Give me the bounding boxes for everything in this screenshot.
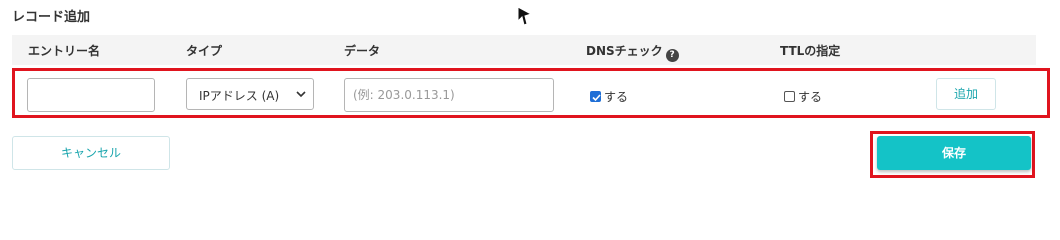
dns-check-label: する <box>604 90 629 104</box>
ttl-label: する <box>798 90 823 104</box>
record-data-input[interactable] <box>344 78 554 112</box>
header-dns-check: DNSチェック? <box>586 42 679 62</box>
mouse-pointer-icon <box>517 6 533 26</box>
save-button[interactable]: 保存 <box>877 136 1031 170</box>
record-type-selected: IPアドレス (A) <box>199 89 280 103</box>
header-ttl: TTLの指定 <box>780 44 841 58</box>
add-record-panel: レコード追加 エントリー名 タイプ データ DNSチェック? TTLの指定 IP… <box>0 0 1060 204</box>
header-dns-check-label: DNSチェック <box>586 44 663 58</box>
dns-check-option[interactable]: する <box>590 88 628 105</box>
ttl-option[interactable]: する <box>784 88 822 105</box>
dns-check-checkbox[interactable] <box>590 91 601 102</box>
record-type-select[interactable]: IPアドレス (A) <box>186 78 314 110</box>
cancel-button[interactable]: キャンセル <box>12 136 170 170</box>
chevron-down-icon <box>296 91 306 98</box>
table-header-row: エントリー名 タイプ データ DNSチェック? TTLの指定 <box>12 35 1036 65</box>
question-circle-icon[interactable]: ? <box>665 49 679 62</box>
ttl-checkbox[interactable] <box>784 91 795 102</box>
entry-name-input[interactable] <box>27 78 155 112</box>
header-type: タイプ <box>186 44 223 58</box>
header-entry-name: エントリー名 <box>28 44 101 58</box>
add-button[interactable]: 追加 <box>936 78 996 110</box>
checkmark-icon <box>592 94 601 102</box>
section-title: レコード追加 <box>12 10 91 25</box>
header-data: データ <box>344 44 381 58</box>
